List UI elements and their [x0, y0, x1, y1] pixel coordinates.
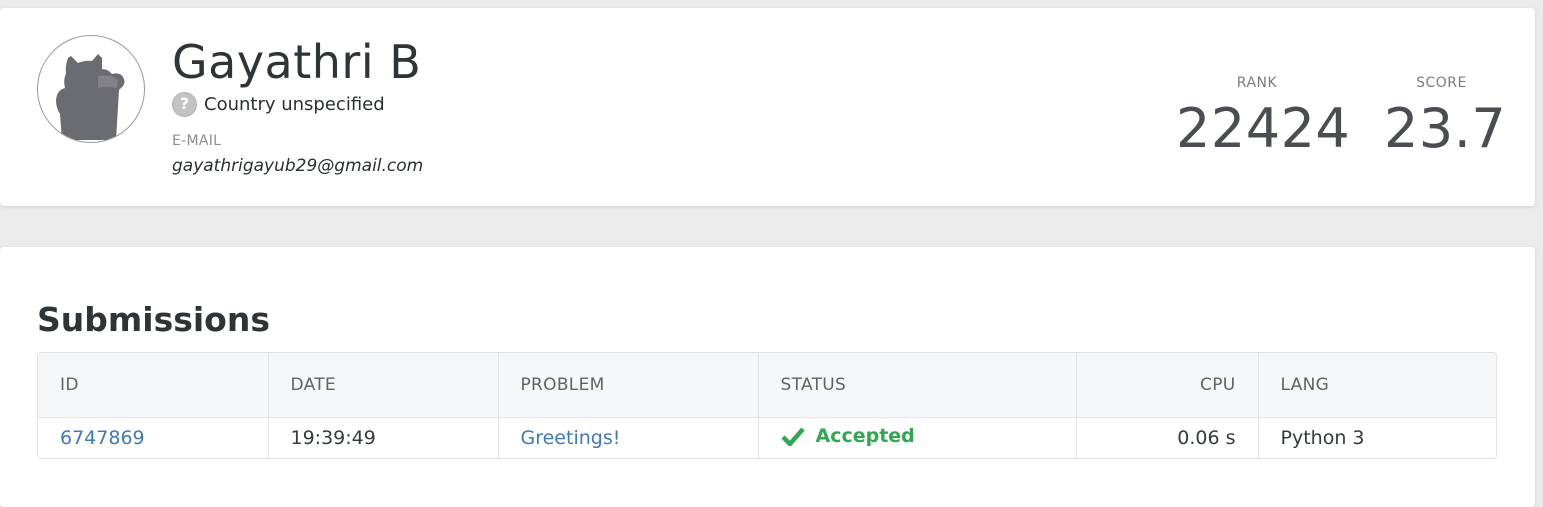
- score-stat: SCORE 23.7: [1384, 72, 1507, 160]
- check-icon: [780, 427, 805, 446]
- email-label: E-MAIL: [172, 133, 222, 149]
- column-header-cpu[interactable]: CPU: [1076, 353, 1259, 418]
- rank-value: 22424: [1176, 97, 1351, 160]
- score-value: 23.7: [1384, 97, 1507, 160]
- avatar: [37, 35, 145, 143]
- status-badge: Accepted: [780, 425, 915, 447]
- profile-name: Gayathri B: [172, 35, 422, 89]
- email-value: gayathrigayub29@gmail.com: [172, 156, 424, 176]
- column-header-status[interactable]: STATUS: [758, 353, 1077, 418]
- score-label: SCORE: [1416, 75, 1467, 91]
- submission-lang: Python 3: [1258, 417, 1496, 458]
- submission-id-link[interactable]: 6747869: [60, 427, 145, 449]
- column-header-problem[interactable]: PROBLEM: [498, 353, 759, 418]
- submissions-table: ID DATE PROBLEM STATUS CPU LANG 6747869 …: [37, 352, 1497, 459]
- rank-stat: RANK 22424: [1176, 72, 1351, 160]
- column-header-lang[interactable]: LANG: [1258, 353, 1496, 418]
- table-row: 6747869 19:39:49 Greetings! Accepted 0.0…: [38, 417, 1496, 458]
- country-label: Country unspecified: [204, 93, 385, 115]
- country-row: ? Country unspecified: [172, 91, 385, 117]
- rank-label: RANK: [1236, 75, 1278, 91]
- question-mark-icon: ?: [172, 91, 197, 117]
- submission-id-cell: 6747869: [38, 417, 269, 458]
- profile-card: Gayathri B ? Country unspecified E-MAIL …: [0, 8, 1535, 206]
- submission-problem-cell: Greetings!: [498, 417, 759, 458]
- submission-cpu: 0.06 s: [1076, 417, 1259, 458]
- table-header-row: ID DATE PROBLEM STATUS CPU LANG: [38, 353, 1496, 418]
- submission-date: 19:39:49: [268, 417, 499, 458]
- status-label: Accepted: [815, 425, 915, 447]
- problem-link[interactable]: Greetings!: [521, 427, 621, 449]
- column-header-id[interactable]: ID: [38, 353, 269, 418]
- submission-status-cell: Accepted: [758, 417, 1077, 458]
- default-cat-avatar-icon: [56, 54, 125, 140]
- column-header-date[interactable]: DATE: [268, 353, 499, 418]
- submissions-title: Submissions: [37, 300, 270, 339]
